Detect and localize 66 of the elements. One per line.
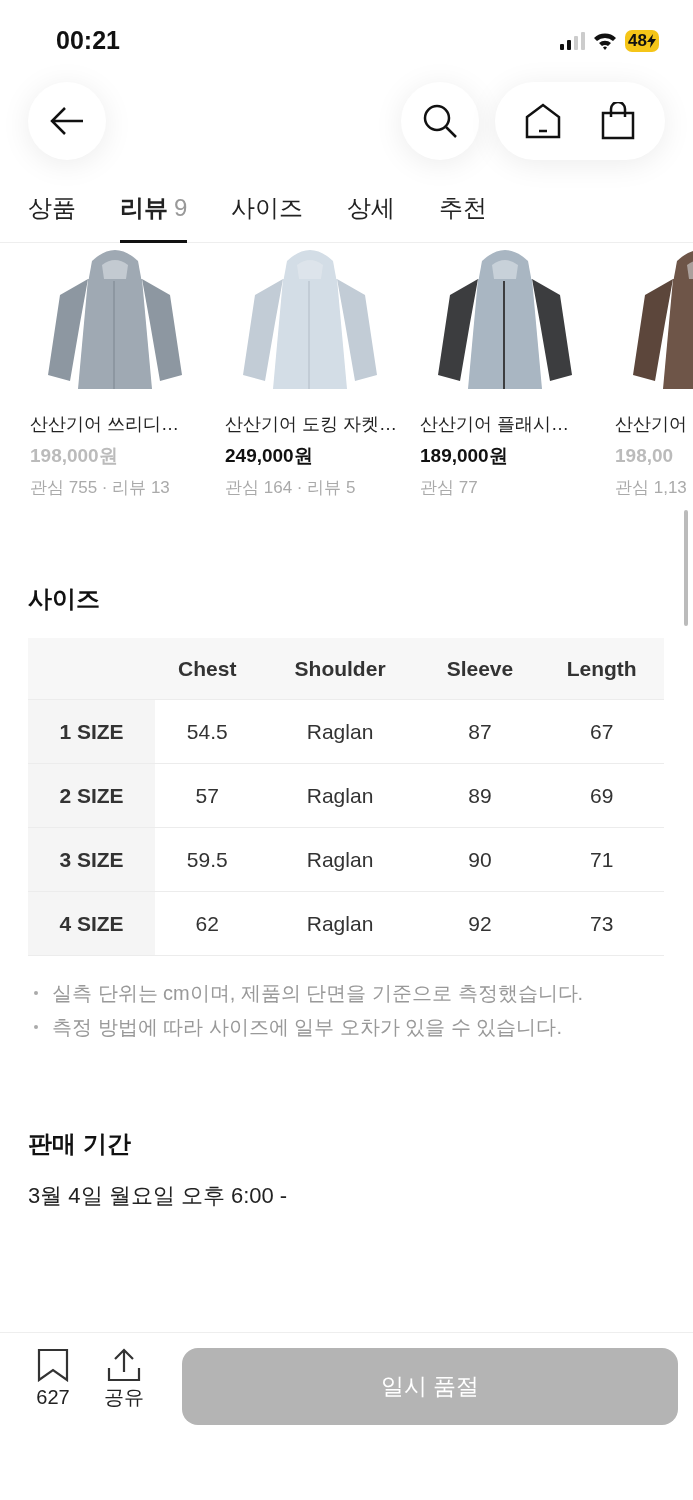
table-cell: Raglan <box>259 699 421 764</box>
product-name: 산산기어 도킹 자켓… <box>225 413 395 436</box>
product-price: 198,00 <box>615 444 675 468</box>
home-icon <box>525 103 561 139</box>
section-title: 판매 기간 <box>27 1130 132 1160</box>
table-cell: Raglan <box>259 891 421 956</box>
table-cell: Raglan <box>259 763 421 828</box>
signal-icon <box>559 32 586 50</box>
search-icon <box>422 103 458 139</box>
table-cell: 89 <box>420 763 540 828</box>
note-text: 실측 단위는 cm이며, 제품의 단면을 기준으로 측정했습니다. <box>52 981 584 1007</box>
product-name: 산산기어 <box>615 413 688 436</box>
note-text: 측정 방법에 따라 사이즈에 일부 오차가 있을 수 있습니다. <box>52 1015 562 1041</box>
row-header: 1 SIZE <box>28 699 155 764</box>
bullet-icon <box>34 1025 38 1030</box>
table-header: Shoulder <box>259 637 421 700</box>
product-stats: 관심 1,13 <box>615 476 688 499</box>
bullet-icon <box>34 991 38 996</box>
table-cell: 90 <box>420 827 540 892</box>
product-card[interactable]: 산산기어 플래시… 189,000원 관심 77 <box>420 243 590 505</box>
row-header: 2 SIZE <box>28 763 155 828</box>
product-card[interactable]: 산산기어 198,00 관심 1,13 <box>615 243 693 505</box>
product-card[interactable]: 산산기어 쓰리디… 198,000원 관심 755 · 리뷰 13 <box>30 243 200 505</box>
charging-icon <box>647 34 656 48</box>
shopping-bag-icon <box>601 102 635 140</box>
table-header: Length <box>539 637 664 700</box>
product-price: 189,000원 <box>420 444 509 468</box>
product-stats: 관심 755 · 리뷰 13 <box>30 476 171 499</box>
tab[interactable]: 사이즈 <box>231 178 304 243</box>
bookmark-icon <box>37 1348 69 1382</box>
table-cell: 71 <box>539 827 664 892</box>
product-stats: 관심 77 <box>420 476 479 499</box>
table-cell: 57 <box>155 763 260 828</box>
table-cell: 67 <box>539 699 664 764</box>
table-cell: Raglan <box>259 827 421 892</box>
sale-period-text: 3월 4일 월요일 오후 6:00 - <box>27 1182 289 1211</box>
table-cell: 87 <box>420 699 540 764</box>
share-button[interactable]: 공유 <box>91 1348 157 1412</box>
table-cell: 69 <box>539 763 664 828</box>
table-header: Chest <box>155 637 260 700</box>
home-button[interactable] <box>525 103 561 139</box>
share-icon <box>107 1348 141 1382</box>
table-cell: 92 <box>420 891 540 956</box>
tab[interactable]: 상품 <box>28 178 76 243</box>
tab[interactable]: 상세 <box>347 178 396 243</box>
product-price: 198,000원 <box>30 444 119 468</box>
wifi-icon <box>593 32 618 50</box>
tab[interactable]: 추천 <box>439 178 488 243</box>
product-name: 산산기어 플래시… <box>420 413 570 436</box>
table-header: Sleeve <box>420 637 540 700</box>
battery-indicator: 48 <box>625 30 659 52</box>
product-name: 산산기어 쓰리디… <box>30 413 180 436</box>
product-card[interactable]: 산산기어 도킹 자켓… 249,000원 관심 164 · 리뷰 5 <box>225 243 395 505</box>
table-cell: 54.5 <box>155 699 260 764</box>
row-header: 3 SIZE <box>28 827 155 892</box>
table-cell: 62 <box>155 891 260 956</box>
section-title: 사이즈 <box>27 585 101 614</box>
table-cell: 59.5 <box>155 827 260 892</box>
shopping-bag-button[interactable] <box>601 102 635 140</box>
back-arrow-icon <box>49 105 85 137</box>
bookmark-button[interactable]: 627 <box>20 1348 86 1412</box>
row-header: 4 SIZE <box>28 891 155 956</box>
product-price: 249,000원 <box>225 444 314 468</box>
clock-time: 00:21 <box>56 25 120 57</box>
table-cell: 73 <box>539 891 664 956</box>
product-stats: 관심 164 · 리뷰 5 <box>225 476 357 499</box>
